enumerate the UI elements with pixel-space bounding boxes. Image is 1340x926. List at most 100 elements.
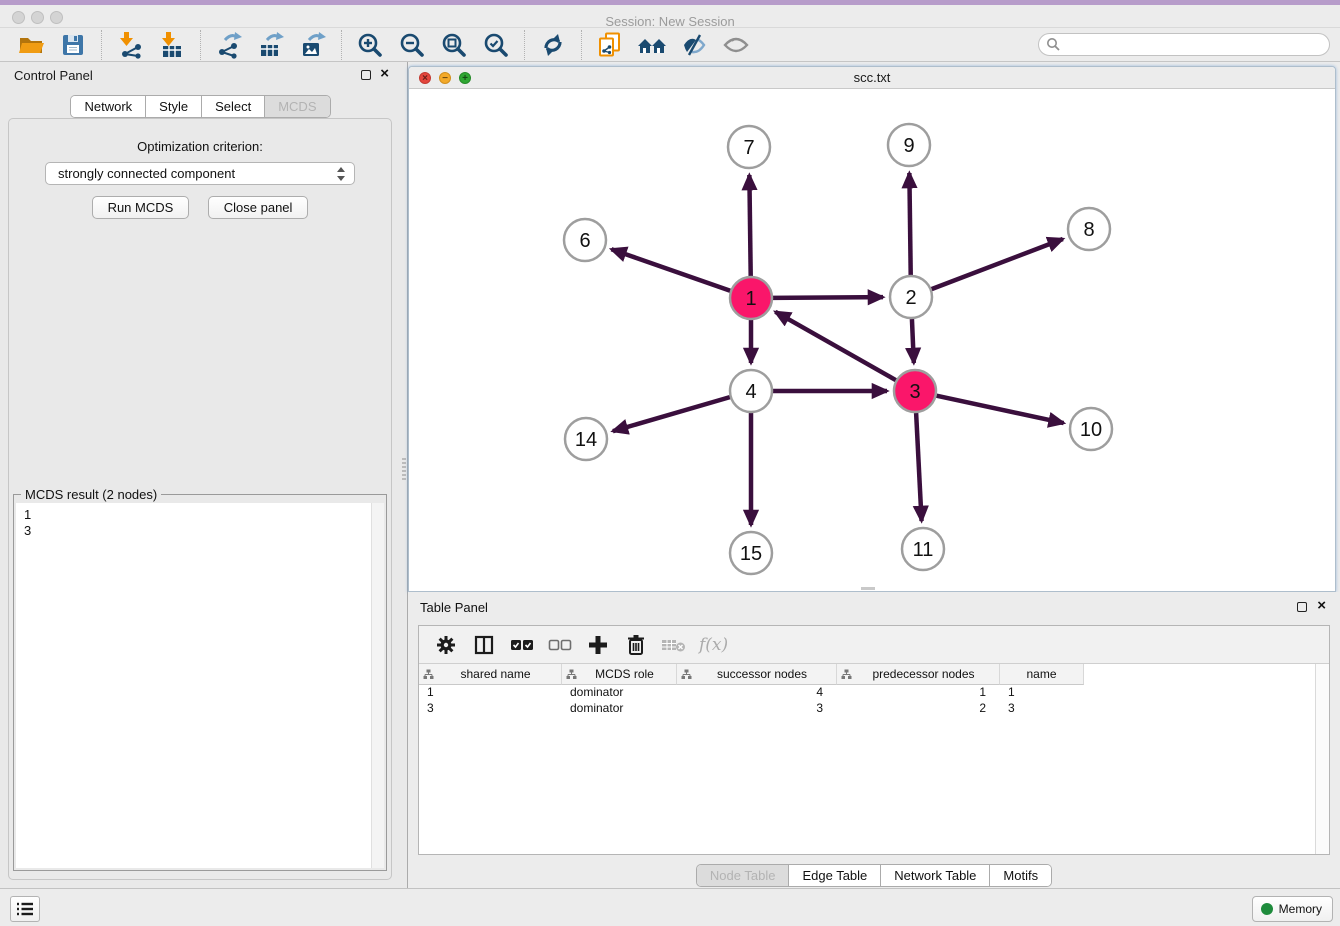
edge-3-11[interactable]: [916, 413, 921, 521]
panel-splitter[interactable]: [401, 62, 408, 888]
show-all-icon[interactable]: [721, 30, 751, 60]
table-cell[interactable]: 1: [837, 685, 1000, 701]
fx-label: f(x): [699, 635, 728, 655]
control-panel-title: Control Panel: [14, 68, 93, 83]
select-all-icon[interactable]: [509, 632, 535, 658]
table-panel: Table Panel ×: [408, 592, 1340, 888]
column-layout-icon[interactable]: [471, 632, 497, 658]
table-row[interactable]: 3dominator323: [419, 701, 1329, 717]
optimization-criterion-value: strongly connected component: [58, 166, 235, 181]
mcds-result-group: MCDS result (2 nodes) 1 3: [13, 494, 387, 871]
settings-gear-icon[interactable]: [433, 632, 459, 658]
column-header-name[interactable]: name: [1000, 664, 1084, 685]
column-header-MCDS-role[interactable]: MCDS role: [562, 664, 677, 685]
zoom-out-icon[interactable]: [397, 30, 427, 60]
mcds-result-area[interactable]: 1 3: [16, 503, 384, 868]
edge-3-10[interactable]: [937, 396, 1064, 423]
tab-node-table[interactable]: Node Table: [697, 865, 789, 886]
edge-2-9[interactable]: [909, 173, 910, 275]
table-cell[interactable]: 1: [1000, 685, 1084, 701]
edge-2-3[interactable]: [912, 319, 914, 363]
save-session-icon[interactable]: [58, 30, 88, 60]
column-header-successor-nodes[interactable]: successor nodes: [677, 664, 837, 685]
optimization-criterion-label: Optimization criterion:: [9, 139, 391, 154]
edge-1-6[interactable]: [611, 249, 730, 291]
toolbar-separator: [200, 30, 201, 60]
optimization-criterion-select[interactable]: strongly connected component: [45, 162, 355, 185]
table-body: 1dominator4113dominator323: [419, 685, 1329, 717]
table-cell[interactable]: 4: [677, 685, 837, 701]
table-cell[interactable]: 2: [837, 701, 1000, 717]
sort-tree-icon: [841, 669, 852, 680]
zoom-in-icon[interactable]: [355, 30, 385, 60]
toolbar-separator: [341, 30, 342, 60]
export-network-icon[interactable]: [214, 30, 244, 60]
edge-3-1[interactable]: [775, 312, 896, 380]
hide-selected-icon[interactable]: [679, 30, 709, 60]
network-maximize-button[interactable]: +: [459, 72, 471, 84]
node-label-4: 4: [745, 381, 756, 403]
tab-select[interactable]: Select: [201, 96, 264, 117]
delete-column-icon[interactable]: [623, 632, 649, 658]
zoom-fit-icon[interactable]: [439, 30, 469, 60]
tab-motifs[interactable]: Motifs: [989, 865, 1051, 886]
network-canvas[interactable]: 1234678910111415: [409, 89, 1335, 592]
close-table-panel-icon[interactable]: ×: [1317, 597, 1326, 615]
edge-1-7[interactable]: [749, 175, 750, 276]
apply-layout-icon[interactable]: [538, 30, 568, 60]
canvas-grip-icon[interactable]: [861, 587, 875, 590]
splitter-grip-icon[interactable]: [402, 458, 406, 480]
table-scrollbar[interactable]: [1315, 664, 1329, 854]
houses-icon[interactable]: [637, 30, 667, 60]
node-label-15: 15: [740, 543, 762, 565]
memory-button[interactable]: Memory: [1252, 896, 1333, 922]
table-cell[interactable]: 3: [1000, 701, 1084, 717]
tab-mcds[interactable]: MCDS: [264, 96, 329, 117]
table-row[interactable]: 1dominator411: [419, 685, 1329, 701]
zoom-selected-icon[interactable]: [481, 30, 511, 60]
network-minimize-button[interactable]: −: [439, 72, 451, 84]
network-title: scc.txt: [409, 67, 1335, 89]
toolbar-separator: [101, 30, 102, 60]
export-image-icon[interactable]: [298, 30, 328, 60]
tab-network[interactable]: Network: [71, 96, 145, 117]
network-window-titlebar[interactable]: × − + scc.txt: [409, 67, 1335, 89]
node-label-10: 10: [1080, 419, 1102, 441]
open-session-icon[interactable]: [16, 30, 46, 60]
tab-network-table[interactable]: Network Table: [880, 865, 989, 886]
edge-1-2[interactable]: [773, 297, 883, 298]
table-cell[interactable]: dominator: [562, 701, 677, 717]
column-header-shared-name[interactable]: shared name: [419, 664, 562, 685]
table-panel-title: Table Panel: [420, 600, 488, 615]
edge-4-14[interactable]: [613, 397, 730, 431]
tab-style[interactable]: Style: [145, 96, 201, 117]
float-table-panel-icon[interactable]: [1297, 602, 1307, 612]
node-label-14: 14: [575, 429, 597, 451]
table-cell[interactable]: 3: [419, 701, 562, 717]
network-close-button[interactable]: ×: [419, 72, 431, 84]
toolbar-separator: [524, 30, 525, 60]
tab-edge-table[interactable]: Edge Table: [788, 865, 880, 886]
app-titlebar: Session: New Session: [0, 5, 1340, 28]
control-panel: Control Panel × NetworkStyleSelectMCDS O…: [0, 62, 401, 888]
new-network-from-selection-icon[interactable]: [595, 30, 625, 60]
import-network-icon[interactable]: [115, 30, 145, 60]
table-cell[interactable]: 3: [677, 701, 837, 717]
import-table-icon[interactable]: [157, 30, 187, 60]
edge-2-8[interactable]: [932, 239, 1063, 289]
run-mcds-button[interactable]: Run MCDS: [92, 196, 190, 219]
close-panel-button[interactable]: Close panel: [208, 196, 309, 219]
float-panel-icon[interactable]: [361, 70, 371, 80]
result-scrollbar[interactable]: [371, 503, 384, 868]
add-column-icon[interactable]: [585, 632, 611, 658]
main-toolbar: [0, 28, 1340, 62]
export-table-icon[interactable]: [256, 30, 286, 60]
close-panel-icon[interactable]: ×: [380, 65, 389, 83]
search-input[interactable]: [1038, 33, 1330, 56]
table-cell[interactable]: dominator: [562, 685, 677, 701]
task-history-button[interactable]: [10, 896, 40, 922]
deselect-all-icon[interactable]: [547, 632, 573, 658]
column-header-predecessor-nodes[interactable]: predecessor nodes: [837, 664, 1000, 685]
search-icon: [1046, 37, 1061, 52]
table-cell[interactable]: 1: [419, 685, 562, 701]
